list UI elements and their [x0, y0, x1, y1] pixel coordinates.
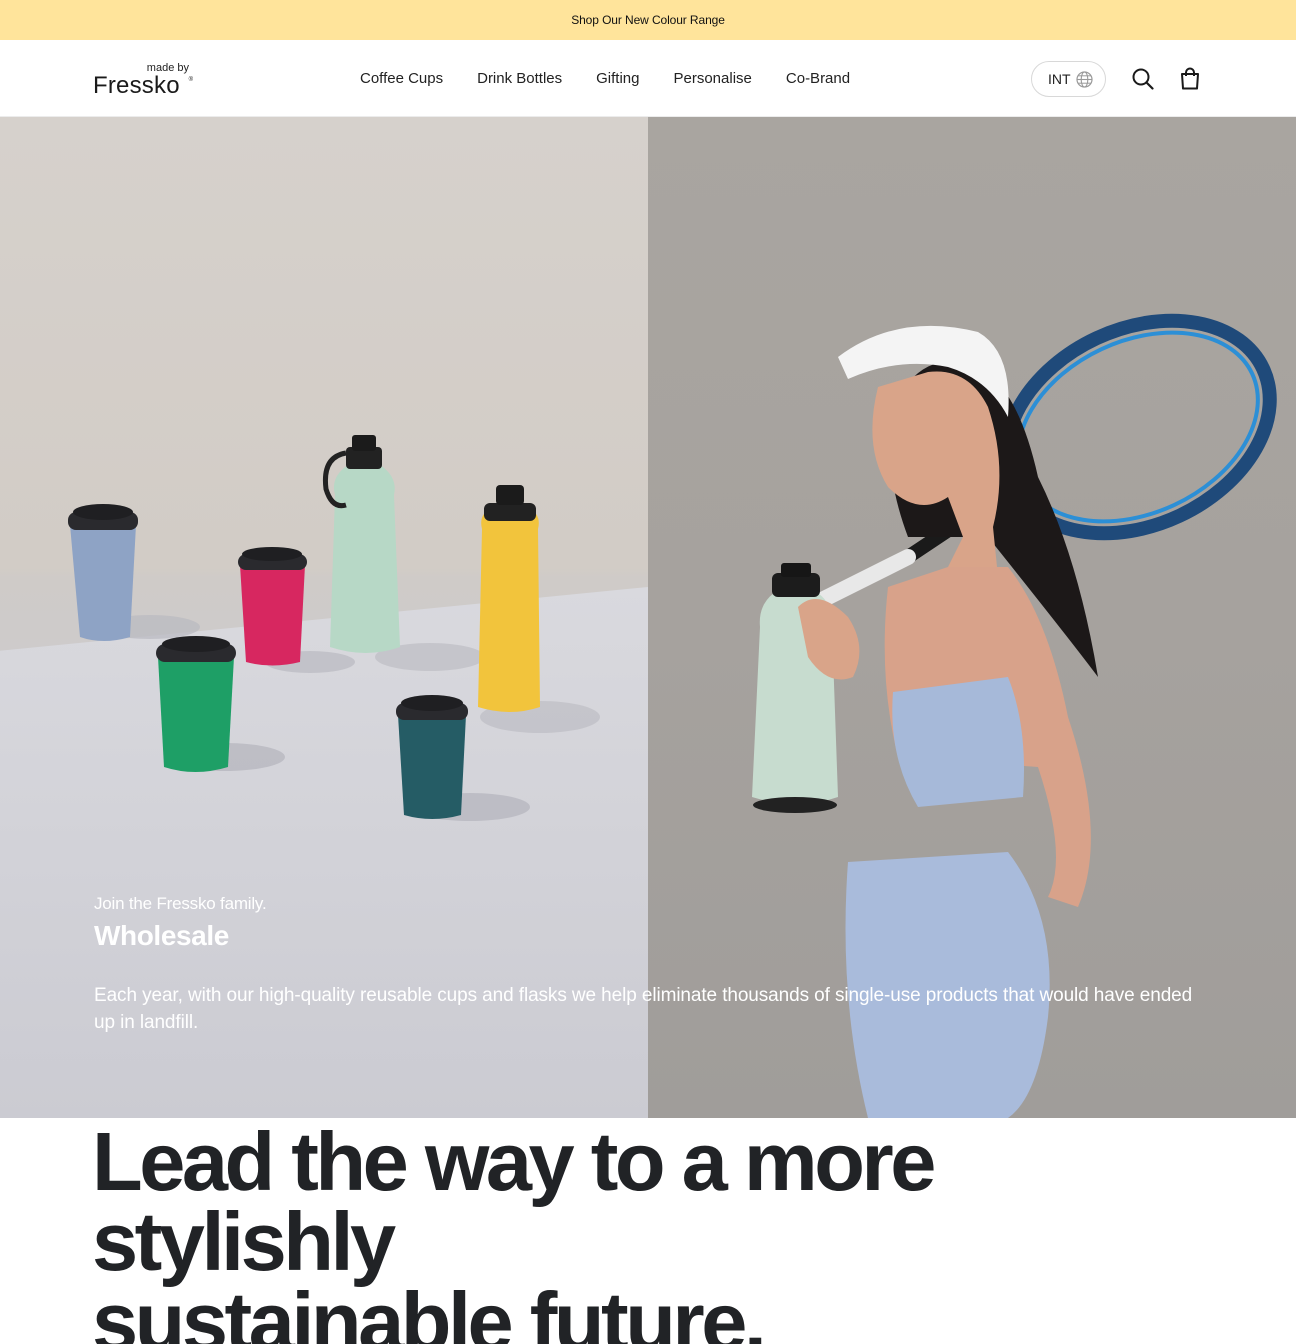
lead-heading-line2: sustainable future.: [92, 1275, 767, 1344]
nav-co-brand[interactable]: Co-Brand: [786, 70, 850, 87]
main-nav: Coffee Cups Drink Bottles Gifting Person…: [360, 70, 850, 87]
mint-bottle-image: [322, 435, 400, 653]
green-cup-image: [156, 636, 236, 772]
held-bottle-image: [752, 563, 838, 813]
search-icon: [1132, 68, 1154, 90]
globe-icon: [1076, 71, 1093, 88]
lead-heading: Lead the way to a more stylishly sustain…: [92, 1120, 1242, 1344]
cart-button[interactable]: [1180, 67, 1202, 90]
region-label: INT: [1048, 71, 1071, 87]
nav-coffee-cups[interactable]: Coffee Cups: [360, 70, 443, 87]
logo-registered-mark: ®: [188, 77, 193, 83]
shopping-bag-icon: [1181, 67, 1199, 90]
hero-text: Join the Fressko family. Wholesale Each …: [94, 894, 1204, 1036]
hero-eyebrow: Join the Fressko family.: [94, 894, 267, 913]
hero-title: Wholesale: [94, 920, 229, 951]
nav-drink-bottles[interactable]: Drink Bottles: [477, 70, 562, 87]
blue-cup-image: [68, 504, 138, 641]
site-header: made by Fressko ® Coffee Cups Drink Bott…: [0, 40, 1296, 117]
pink-cup-image: [238, 547, 307, 666]
wholesale-hero: Join the Fressko family. Wholesale Each …: [0, 117, 1296, 1118]
announcement-text[interactable]: Shop Our New Colour Range: [571, 13, 725, 27]
region-selector[interactable]: INT: [1031, 61, 1106, 97]
nav-personalise[interactable]: Personalise: [674, 70, 752, 87]
yellow-bottle-image: [478, 485, 540, 712]
logo-brand: Fressko: [93, 72, 180, 99]
search-button[interactable]: [1132, 68, 1154, 90]
lead-heading-line1: Lead the way to a more stylishly: [92, 1115, 936, 1288]
announcement-bar[interactable]: Shop Our New Colour Range: [0, 0, 1296, 40]
teal-cup-image: [396, 695, 468, 819]
hero-description: Each year, with our high-quality reusabl…: [94, 985, 1193, 1033]
logo[interactable]: made by Fressko ®: [93, 62, 193, 99]
nav-gifting[interactable]: Gifting: [596, 70, 639, 87]
